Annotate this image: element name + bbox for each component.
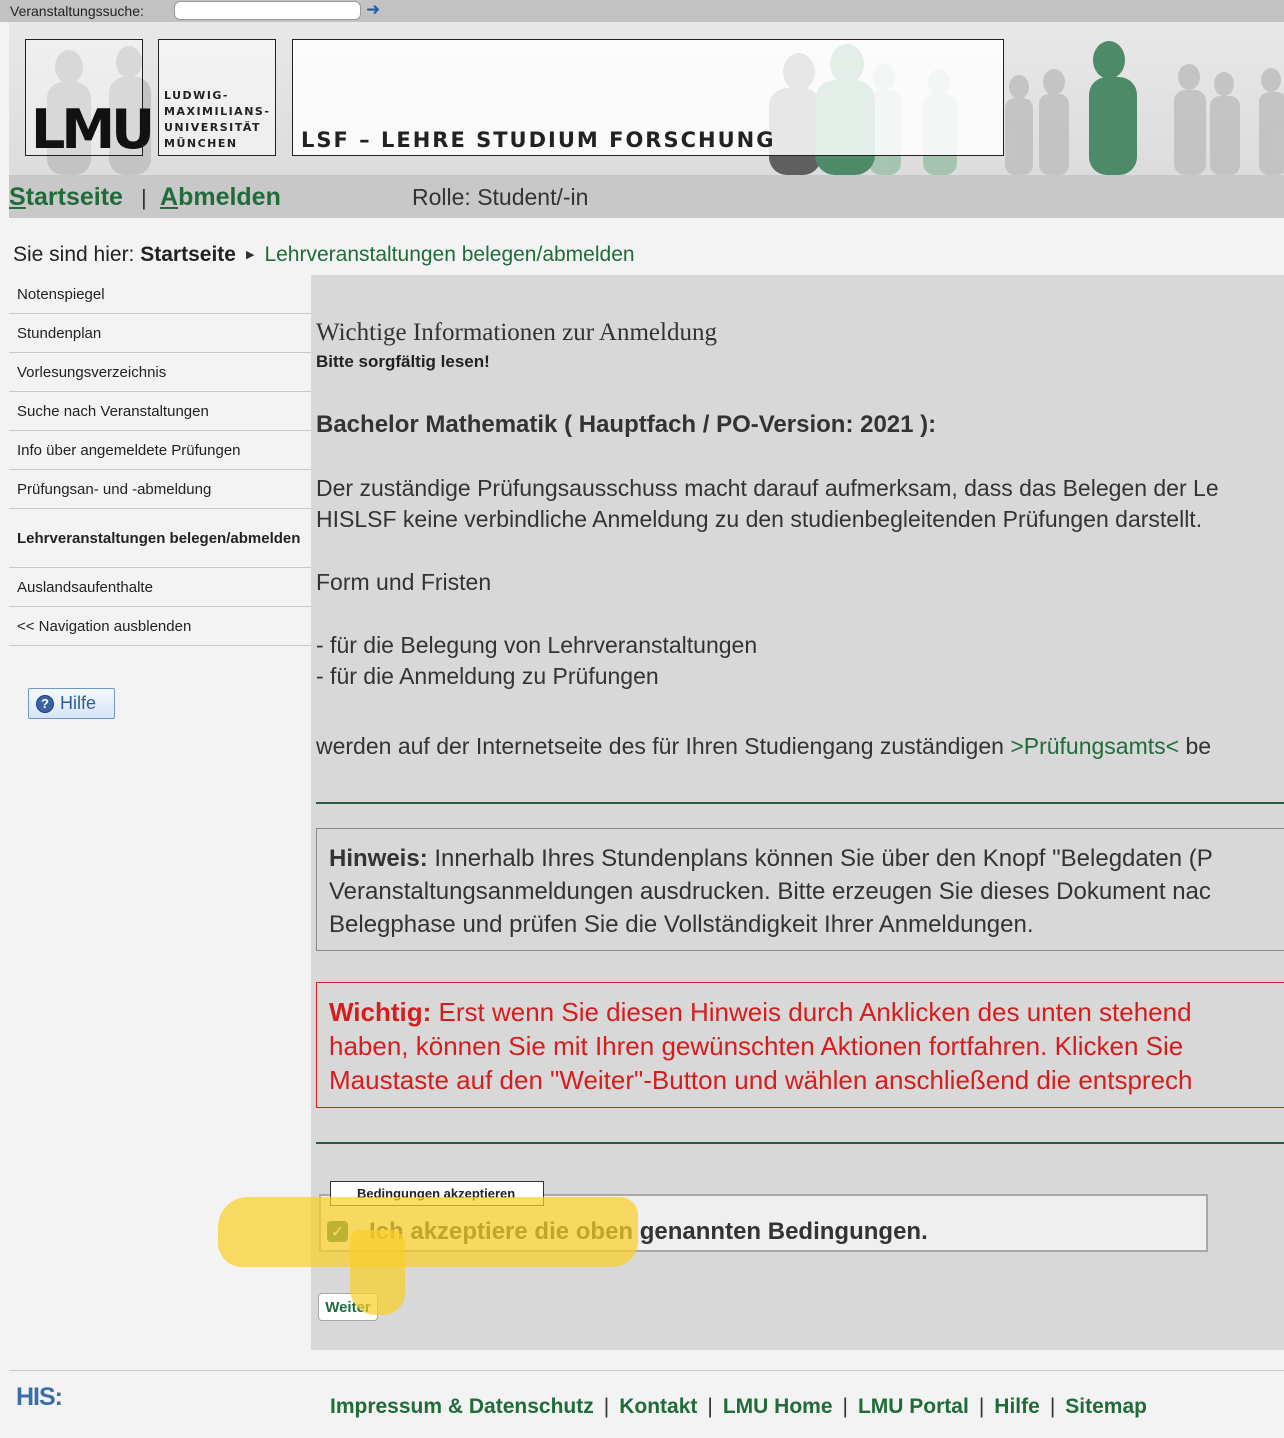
footer-link-kontakt[interactable]: Kontakt bbox=[619, 1395, 697, 1418]
website-paragraph: werden auf der Internetseite des für Ihr… bbox=[316, 733, 1212, 759]
main-navigation: Startseite | Abmelden Rolle: Student/-in bbox=[9, 175, 1284, 218]
divider bbox=[316, 1142, 1284, 1144]
page-subtitle: Bitte sorgfältig lesen! bbox=[316, 352, 490, 371]
system-title-box: LSF – LEHRE STUDIUM FORSCHUNG bbox=[292, 39, 1004, 156]
footer-link-impressum[interactable]: Impressum & Datenschutz bbox=[330, 1395, 594, 1418]
sidebar-item-notenspiegel[interactable]: Notenspiegel bbox=[9, 275, 311, 314]
sidebar-item-hide-navigation[interactable]: << Navigation ausblenden bbox=[9, 607, 311, 646]
his-logo: HIS: bbox=[16, 1383, 63, 1411]
info-paragraph: Der zuständige Prüfungsausschuss macht d… bbox=[316, 475, 1219, 532]
page-title: Wichtige Informationen zur Anmeldung bbox=[316, 319, 717, 346]
requirements-list: - für die Belegung von Lehrveranstaltung… bbox=[316, 632, 758, 689]
help-button[interactable]: ? Hilfe bbox=[28, 688, 115, 719]
breadcrumb-current[interactable]: Lehrveranstaltungen belegen/abmelden bbox=[264, 243, 634, 266]
home-link[interactable]: Startseite bbox=[9, 183, 123, 212]
sidebar-item-suche[interactable]: Suche nach Veranstaltungen bbox=[9, 392, 311, 431]
question-icon: ? bbox=[36, 694, 54, 713]
highlighter-mark bbox=[218, 1197, 638, 1267]
logout-link[interactable]: Abmelden bbox=[160, 183, 281, 212]
form-fristen-heading: Form und Fristen bbox=[316, 569, 492, 595]
system-title: LSF – LEHRE STUDIUM FORSCHUNG bbox=[301, 128, 776, 152]
footer-link-lmu-home[interactable]: LMU Home bbox=[723, 1395, 833, 1418]
footer-link-sitemap[interactable]: Sitemap bbox=[1065, 1395, 1147, 1418]
arrow-right-icon[interactable]: ➜ bbox=[366, 0, 380, 20]
sidebar-item-vorlesungsverzeichnis[interactable]: Vorlesungsverzeichnis bbox=[9, 353, 311, 392]
divider bbox=[316, 802, 1284, 804]
sidebar-menu: Notenspiegel Stundenplan Vorlesungsverze… bbox=[9, 275, 311, 646]
program-heading: Bachelor Mathematik ( Hauptfach / PO-Ver… bbox=[316, 411, 937, 438]
main-content: Wichtige Informationen zur Anmeldung Bit… bbox=[311, 275, 1284, 1350]
breadcrumb-home[interactable]: Startseite bbox=[140, 243, 236, 266]
caret-right-icon: ▶ bbox=[245, 249, 255, 261]
hint-box: Hinweis: Innerhalb Ihres Stundenplans kö… bbox=[316, 828, 1284, 951]
footer-divider bbox=[9, 1370, 1284, 1371]
sidebar-item-lehrveranstaltungen[interactable]: Lehrveranstaltungen belegen/abmelden bbox=[9, 509, 311, 568]
event-search-input[interactable] bbox=[174, 1, 361, 20]
sidebar-item-pruefungsinfo[interactable]: Info über angemeldete Prüfungen bbox=[9, 431, 311, 470]
lmu-logo: LMU bbox=[25, 39, 155, 161]
header-banner: LMU LUDWIG- MAXIMILIANS- UNIVERSITÄT MÜN… bbox=[9, 22, 1284, 175]
important-warning-box: Wichtig: Erst wenn Sie diesen Hinweis du… bbox=[316, 982, 1284, 1108]
highlighter-mark bbox=[350, 1230, 405, 1315]
breadcrumb: Sie sind hier: Startseite ▶ Lehrveranstalt… bbox=[13, 243, 635, 266]
search-label: Veranstaltungssuche: bbox=[10, 3, 144, 19]
footer-links: Impressum & Datenschutz | Kontakt | LMU Home… bbox=[330, 1395, 1147, 1418]
sidebar-item-pruefungsanmeldung[interactable]: Prüfungsan- und -abmeldung bbox=[9, 470, 311, 509]
university-name-logo: LUDWIG- MAXIMILIANS- UNIVERSITÄT MÜNCHEN bbox=[158, 39, 276, 156]
footer-link-lmu-portal[interactable]: LMU Portal bbox=[858, 1395, 969, 1418]
pruefungsamt-link[interactable]: >Prüfungsamts< bbox=[1010, 733, 1179, 759]
footer-link-hilfe[interactable]: Hilfe bbox=[994, 1395, 1040, 1418]
sidebar-item-stundenplan[interactable]: Stundenplan bbox=[9, 314, 311, 353]
role-label: Rolle: Student/-in bbox=[412, 184, 589, 210]
sidebar-item-auslandsaufenthalte[interactable]: Auslandsaufenthalte bbox=[9, 568, 311, 607]
search-bar: Veranstaltungssuche: ➜ bbox=[0, 0, 1284, 22]
